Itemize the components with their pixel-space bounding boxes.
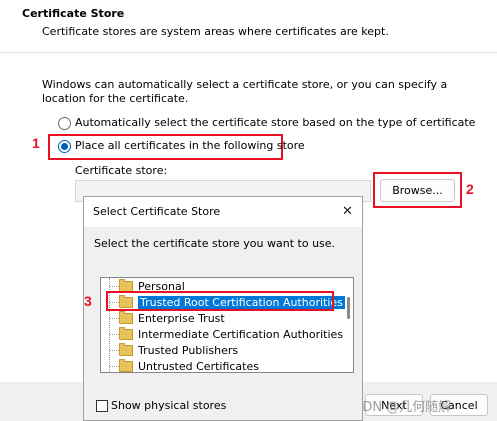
tree-branch <box>110 366 119 367</box>
certificate-store-label: Certificate store: <box>75 164 168 177</box>
show-physical-checkbox[interactable] <box>96 400 108 412</box>
header-divider <box>0 52 497 53</box>
dialog-prompt: Select the certificate store you want to… <box>94 237 336 250</box>
scrollbar-thumb[interactable] <box>347 297 350 319</box>
tree-item[interactable]: Trusted Publishers <box>119 342 238 358</box>
intro-text: Windows can automatically select a certi… <box>42 78 448 105</box>
page-subtitle: Certificate stores are system areas wher… <box>42 25 389 38</box>
annotation-3-box <box>106 291 334 311</box>
tree-branch <box>110 350 119 351</box>
page-title: Certificate Store <box>22 7 125 20</box>
tree-item[interactable]: Intermediate Certification Authorities <box>119 326 343 342</box>
tree-branch <box>110 318 119 319</box>
auto-select-label[interactable]: Automatically select the certificate sto… <box>75 116 475 129</box>
tree-scrollbar[interactable] <box>345 279 353 371</box>
annotation-2-label: 2 <box>466 181 474 197</box>
select-store-dialog: Select Certificate Store ✕ Select the ce… <box>83 196 363 421</box>
folder-icon <box>119 310 133 324</box>
close-icon[interactable]: ✕ <box>342 204 353 219</box>
tree-item-label: Intermediate Certification Authorities <box>138 327 344 341</box>
tree-item[interactable]: Untrusted Certificates <box>119 358 259 373</box>
show-physical-label[interactable]: Show physical stores <box>111 399 226 412</box>
tree-item-label: Untrusted Certificates <box>138 359 259 373</box>
auto-select-radio[interactable] <box>58 117 71 130</box>
annotation-3-label: 3 <box>84 293 92 309</box>
tree-item-label: Enterprise Trust <box>138 311 225 325</box>
place-all-label[interactable]: Place all certificates in the following … <box>75 139 305 152</box>
folder-icon <box>119 278 133 292</box>
folder-icon <box>119 342 133 356</box>
dialog-title: Select Certificate Store <box>93 205 221 218</box>
tree-branch <box>110 334 119 335</box>
folder-icon <box>119 326 133 340</box>
place-all-radio[interactable] <box>58 140 71 153</box>
annotation-1-label: 1 <box>32 135 40 151</box>
tree-item-label: Trusted Publishers <box>138 343 239 357</box>
folder-icon <box>119 358 133 372</box>
tree-item[interactable]: Enterprise Trust <box>119 310 225 326</box>
tree-branch <box>110 286 119 287</box>
browse-button[interactable]: Browse... <box>380 179 455 202</box>
